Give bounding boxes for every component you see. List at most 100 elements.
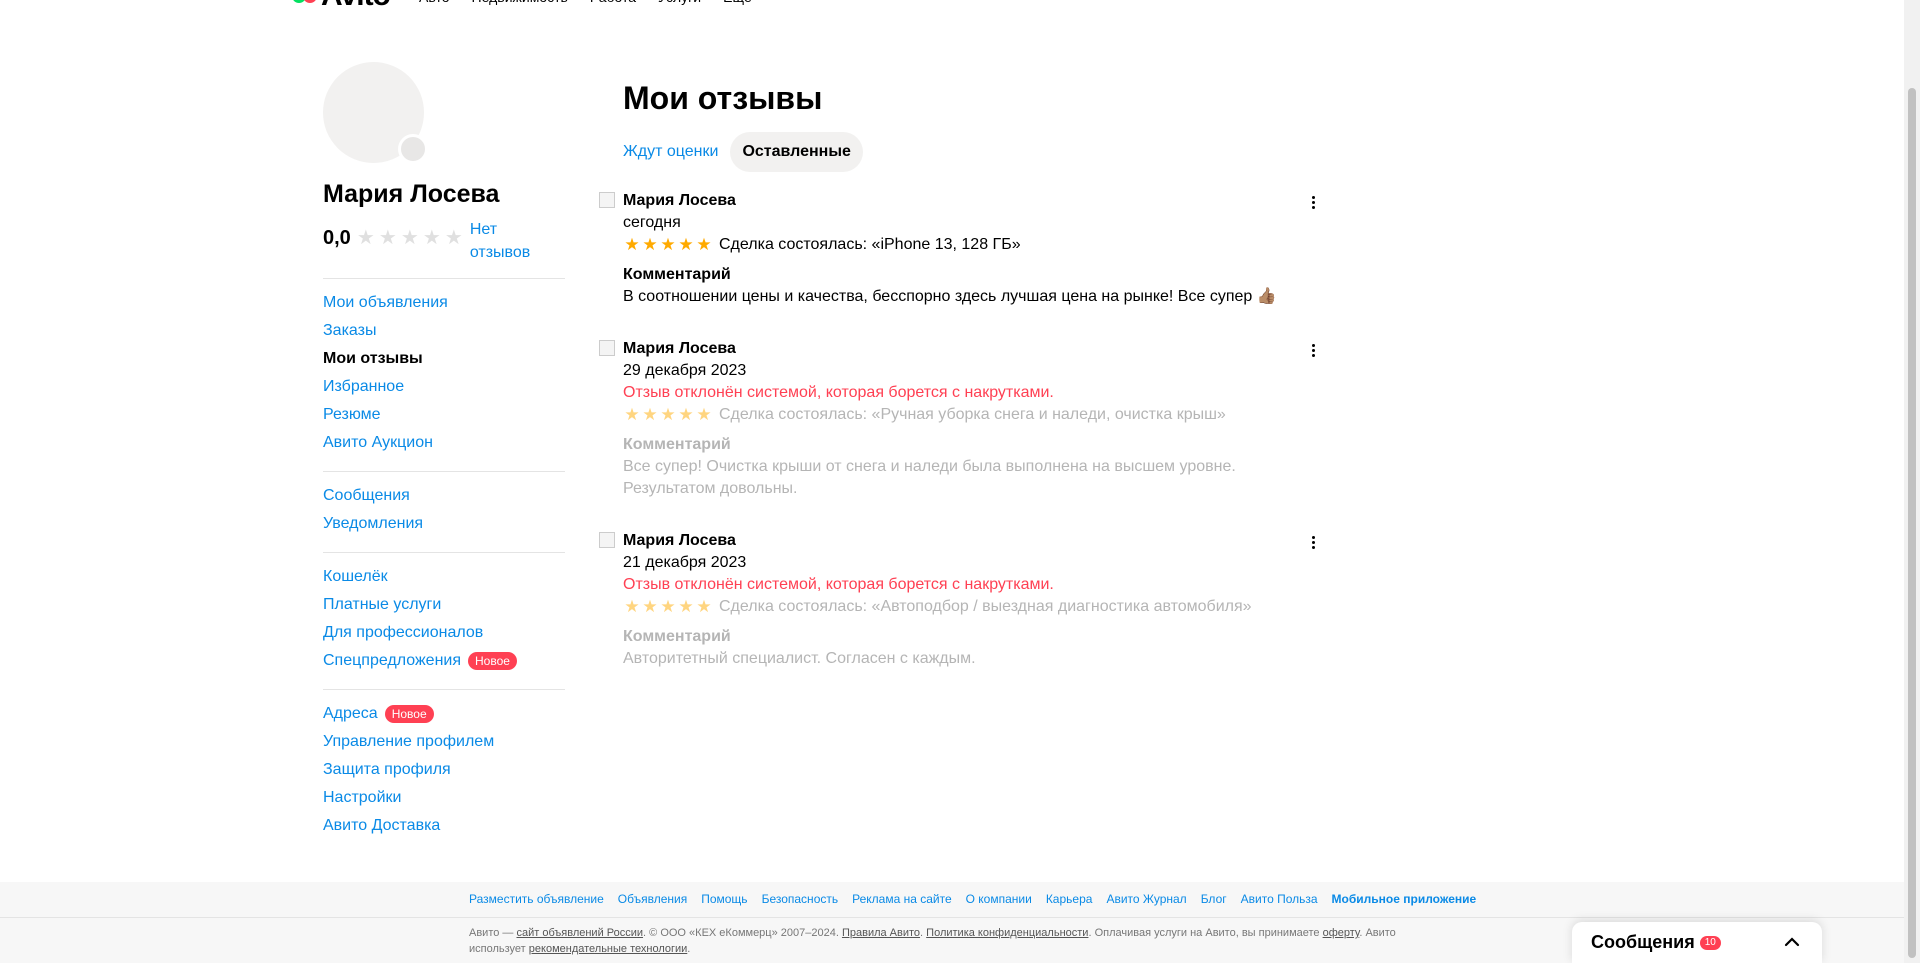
nav-item[interactable]: Авто	[419, 0, 450, 5]
star-icon: ★	[678, 235, 694, 254]
nav-item[interactable]: Ещё	[723, 0, 752, 5]
rejected-notice: Отзыв отклонён системой, которая борется…	[623, 384, 1054, 401]
tab-left[interactable]: Оставленные	[730, 132, 863, 172]
new-badge: Новое	[468, 652, 517, 670]
sidebar-item[interactable]: Резюме	[323, 401, 565, 429]
footer-links: Разместить объявление Объявления Помощь Без…	[469, 892, 1490, 906]
author-avatar[interactable]	[599, 192, 615, 208]
sidebar-item[interactable]: Избранное	[323, 373, 565, 401]
no-reviews-link[interactable]: Нет отзывов	[470, 218, 540, 264]
sidebar-item-label: Управление профилем	[323, 733, 495, 750]
author-avatar[interactable]	[599, 532, 615, 548]
footer-legal-link[interactable]: рекомендательные технологии	[529, 943, 688, 955]
sidebar-item-label: Уведомления	[323, 515, 424, 532]
sidebar-item[interactable]: Платные услуги	[323, 591, 565, 619]
deal-text: Сделка состоялась: «Автоподбор / выездна…	[719, 598, 1252, 615]
sidebar-item[interactable]: Адреса Новое	[323, 700, 565, 728]
review-date: сегодня	[623, 214, 681, 231]
sidebar-item[interactable]: Заказы	[323, 317, 565, 345]
comment-text: Все супер! Очистка крыши от снега и нале…	[623, 458, 1236, 497]
footer-link[interactable]: Безопасность	[762, 892, 839, 906]
more-options-icon[interactable]	[1303, 340, 1323, 360]
footer-link[interactable]: Помощь	[701, 892, 747, 906]
footer-link[interactable]: Мобильное приложение	[1332, 892, 1477, 906]
review-stars: ★ ★ ★ ★ ★	[623, 236, 713, 254]
sidebar-item[interactable]: Мои объявления	[323, 289, 565, 317]
review-author[interactable]: Мария Лосева	[623, 338, 1323, 360]
footer-legal-link[interactable]: сайт объявлений России	[516, 927, 643, 939]
sidebar-item[interactable]: Защита профиля	[323, 756, 565, 784]
star-icon: ★	[400, 227, 419, 249]
avito-logo[interactable]: Avito	[292, 0, 391, 12]
deal-row: ★ ★ ★ ★ ★ Сделка состоялась: «iPhone 13, 128 …	[623, 234, 1323, 256]
sidebar-item-label: Адреса	[323, 705, 378, 722]
sidebar-group: Кошелёк Платные услуги Для профессионалов С…	[323, 552, 565, 675]
star-icon: ★	[624, 597, 640, 616]
footer-link[interactable]: Реклама на сайте	[852, 892, 952, 906]
tab-awaiting[interactable]: Ждут оценки	[611, 132, 730, 172]
sidebar-item-label: Для профессионалов	[323, 624, 484, 641]
sidebar-group: Сообщения Уведомления	[323, 471, 565, 538]
messenger-title: Сообщения	[1591, 932, 1695, 952]
footer-legal-fragment: . Оплачивая услуги на Авито, вы принимае…	[1088, 927, 1323, 939]
avatar-edit-badge[interactable]	[398, 134, 428, 164]
profile-rating: 0,0 ★ ★ ★ ★ ★ Нет отзывов	[323, 218, 565, 264]
footer-link[interactable]: Разместить объявление	[469, 892, 604, 906]
category-nav: Авто Недвижимость Работа Услуги Ещё	[419, 0, 774, 5]
footer-link[interactable]: Карьера	[1046, 892, 1093, 906]
page-scrollbar[interactable]	[1904, 0, 1920, 963]
deal-text: Сделка состоялась: «Ручная уборка снега …	[719, 406, 1226, 423]
review-tabs: Ждут оценки Оставленные	[611, 132, 1323, 172]
nav-item[interactable]: Недвижимость	[472, 0, 568, 5]
footer-legal-fragment: .	[687, 943, 691, 955]
star-icon: ★	[642, 597, 658, 616]
profile-sidebar: Мария Лосева 0,0 ★ ★ ★ ★ ★ Нет отзывов Мои о…	[323, 62, 565, 840]
star-icon: ★	[624, 235, 640, 254]
sidebar-item[interactable]: Сообщения	[323, 482, 565, 510]
sidebar-item[interactable]: Управление профилем	[323, 728, 565, 756]
review-stars: ★ ★ ★ ★ ★	[623, 598, 713, 616]
rejected-notice: Отзыв отклонён системой, которая борется…	[623, 576, 1054, 593]
sidebar-item[interactable]: Авито Доставка	[323, 812, 565, 840]
footer-link[interactable]: Авито Журнал	[1106, 892, 1186, 906]
more-options-icon[interactable]	[1303, 532, 1323, 552]
sidebar-item[interactable]: Настройки	[323, 784, 565, 812]
more-options-icon[interactable]	[1303, 192, 1323, 212]
sidebar-item-label: Авито Аукцион	[323, 434, 433, 451]
star-icon: ★	[678, 405, 694, 424]
footer-link[interactable]: Авито Польза	[1241, 892, 1318, 906]
nav-item[interactable]: Услуги	[658, 0, 701, 5]
star-icon: ★	[660, 235, 676, 254]
star-icon: ★	[642, 235, 658, 254]
sidebar-item[interactable]: Спецпредложения Новое	[323, 647, 565, 675]
sidebar-item[interactable]: Для профессионалов	[323, 619, 565, 647]
review-author[interactable]: Мария Лосева	[623, 530, 1323, 552]
unread-count-badge: 10	[1699, 935, 1721, 950]
messenger-widget[interactable]: Сообщения 10	[1572, 922, 1822, 963]
footer-link[interactable]: О компании	[966, 892, 1032, 906]
nav-item[interactable]: Работа	[590, 0, 636, 5]
comment-text: В соотношении цены и качества, бесспорно…	[623, 288, 1277, 305]
review-list: Мария Лосева сегодня ★ ★ ★ ★ ★ Сделка состоялас…	[599, 190, 1323, 670]
footer-link[interactable]: Объявления	[618, 892, 687, 906]
avatar[interactable]	[323, 62, 428, 164]
author-avatar[interactable]	[599, 340, 615, 356]
sidebar-item-label: Мои объявления	[323, 294, 448, 311]
sidebar-item-label: Защита профиля	[323, 761, 451, 778]
star-icon: ★	[624, 405, 640, 424]
footer-legal-link[interactable]: Политика конфиденциальности	[926, 927, 1088, 939]
chevron-up-icon[interactable]	[1784, 934, 1800, 952]
logo-dot-red	[303, 0, 317, 3]
sidebar-item[interactable]: Уведомления	[323, 510, 565, 538]
sidebar-item[interactable]: Кошелёк	[323, 563, 565, 591]
sidebar-item-label: Платные услуги	[323, 596, 442, 613]
footer-legal-link[interactable]: Правила Авито	[842, 927, 920, 939]
footer-link[interactable]: Блог	[1201, 892, 1227, 906]
scrollbar-thumb[interactable]	[1908, 88, 1916, 958]
star-icon: ★	[356, 227, 375, 249]
sidebar-item[interactable]: Авито Аукцион	[323, 429, 565, 457]
sidebar-item[interactable]: Мои отзывы	[323, 345, 565, 373]
review-author[interactable]: Мария Лосева	[623, 190, 1323, 212]
star-icon: ★	[696, 405, 712, 424]
footer-legal-link[interactable]: оферту	[1323, 927, 1360, 939]
